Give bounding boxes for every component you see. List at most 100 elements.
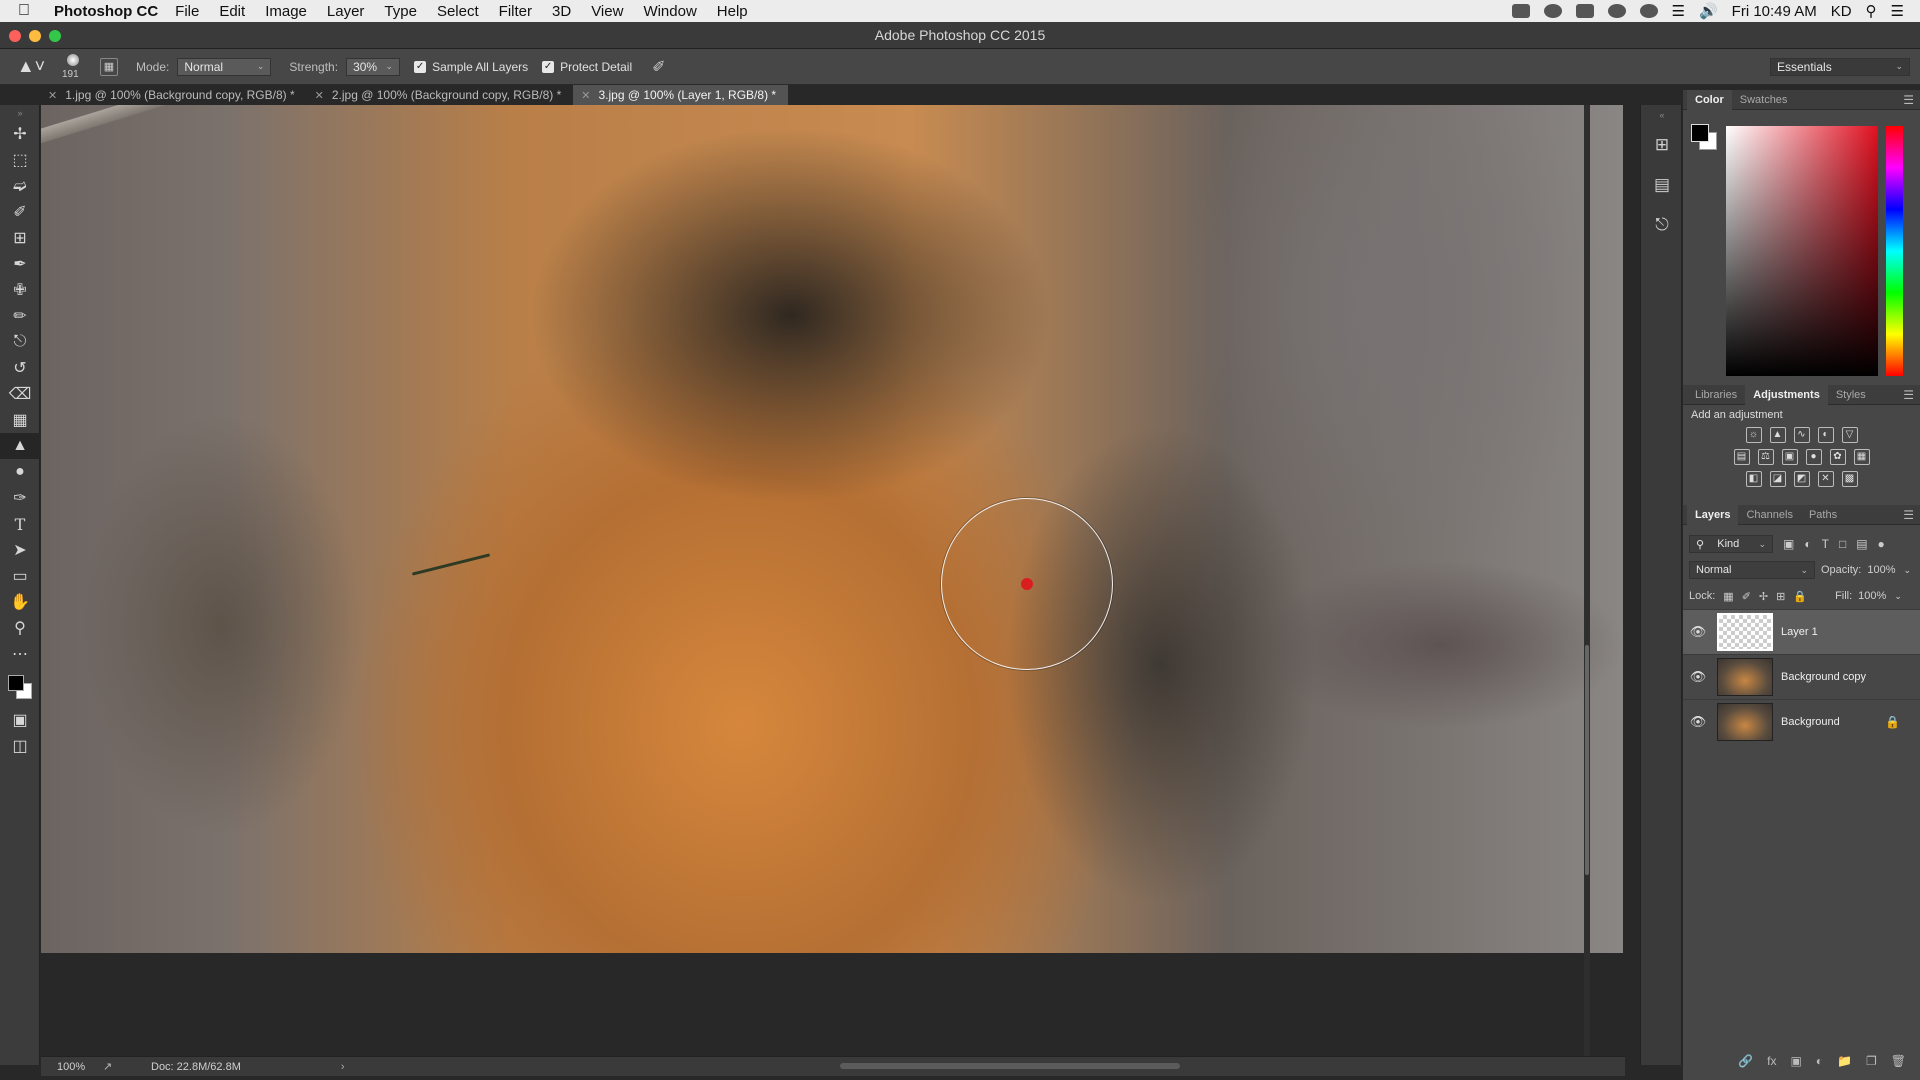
quick-selection-tool-icon[interactable]: ✐ <box>0 199 40 225</box>
tray-app-icon[interactable] <box>1511 4 1530 18</box>
new-adjustment-layer-icon[interactable]: ◐ <box>1816 1054 1823 1074</box>
menu-3d[interactable]: 3D <box>549 3 574 20</box>
creative-cloud-icon[interactable] <box>1543 4 1562 18</box>
screen-mode-icon[interactable]: ◫ <box>0 733 40 759</box>
zoom-window-button[interactable] <box>49 30 61 42</box>
layer-style-icon[interactable]: fx <box>1767 1054 1776 1074</box>
healing-brush-tool-icon[interactable]: ✙ <box>0 277 40 303</box>
canvas-area[interactable] <box>41 105 1625 1060</box>
edit-toolbar-icon[interactable]: ⋯ <box>0 641 40 667</box>
screen-record-icon[interactable] <box>1575 4 1594 18</box>
tab-color[interactable]: Color <box>1687 89 1732 110</box>
eyedropper-tool-icon[interactable]: ✒ <box>0 251 40 277</box>
hand-tool-icon[interactable]: ✋ <box>0 589 40 615</box>
brightness-contrast-icon[interactable]: ☼ <box>1745 427 1762 443</box>
expand-panels-icon[interactable]: « <box>1641 105 1683 125</box>
foreground-color-swatch[interactable] <box>8 675 24 691</box>
menu-layer[interactable]: Layer <box>324 3 368 20</box>
color-picker-field[interactable] <box>1726 126 1878 376</box>
tray-extension-icon[interactable] <box>1607 4 1626 18</box>
app-menu[interactable]: Photoshop CC <box>54 3 158 20</box>
collapse-toolbar-icon[interactable]: » <box>0 105 40 121</box>
hue-slider[interactable] <box>1886 126 1903 376</box>
pen-tool-icon[interactable]: ✑ <box>0 485 40 511</box>
zoom-level[interactable]: 100% <box>41 1061 103 1073</box>
new-layer-icon[interactable]: ❐ <box>1866 1054 1877 1074</box>
tab-libraries[interactable]: Libraries <box>1687 385 1745 405</box>
minimize-window-button[interactable] <box>29 30 41 42</box>
sharpen-tool-icon[interactable]: ▲ <box>0 433 40 459</box>
vertical-scrollbar[interactable] <box>1584 105 1590 1060</box>
horizontal-scroll-thumb[interactable] <box>840 1063 1180 1069</box>
chrome-icon[interactable] <box>1639 4 1658 18</box>
export-icon[interactable]: ↗ <box>103 1060 127 1073</box>
path-selection-tool-icon[interactable]: ➤ <box>0 537 40 563</box>
quick-mask-icon[interactable]: ▣ <box>0 707 40 733</box>
photo-filter-icon[interactable]: ● <box>1805 449 1822 465</box>
brush-preset-picker[interactable]: 191 <box>56 51 90 83</box>
protect-detail-checkbox[interactable]: ✓ Protect Detail <box>542 60 632 74</box>
invert-icon[interactable]: ◧ <box>1745 471 1762 487</box>
user-name[interactable]: KD <box>1831 3 1852 20</box>
document-tab[interactable]: ✕ 1.jpg @ 100% (Background copy, RGB/8) … <box>40 85 307 105</box>
document-image[interactable] <box>41 105 1623 953</box>
sample-all-layers-checkbox[interactable]: ✓ Sample All Layers <box>414 60 528 74</box>
zoom-tool-icon[interactable]: ⚲ <box>0 615 40 641</box>
opacity-value[interactable]: 100% <box>1867 564 1895 576</box>
brush-tool-icon[interactable]: ✏ <box>0 303 40 329</box>
spotlight-search-icon[interactable]: ⚲ <box>1866 2 1877 20</box>
gradient-tool-icon[interactable]: ▦ <box>0 407 40 433</box>
marquee-tool-icon[interactable]: ⬚ <box>0 147 40 173</box>
type-layer-filter-icon[interactable]: T <box>1822 537 1829 551</box>
lock-transparency-icon[interactable]: ▦ <box>1723 590 1733 603</box>
mode-select[interactable]: Normal ⌄ <box>177 57 272 76</box>
filter-toggle-icon[interactable]: ● <box>1878 537 1885 551</box>
tab-channels[interactable]: Channels <box>1738 505 1800 525</box>
menu-view[interactable]: View <box>588 3 626 20</box>
type-tool-icon[interactable]: T <box>0 511 40 537</box>
curves-icon[interactable]: ∿ <box>1793 427 1810 443</box>
add-mask-icon[interactable]: ▣ <box>1790 1054 1801 1074</box>
move-tool-icon[interactable]: ✢ <box>0 121 40 147</box>
document-tab[interactable]: ✕ 2.jpg @ 100% (Background copy, RGB/8) … <box>307 85 574 105</box>
layer-row[interactable]: 👁 Layer 1 <box>1683 609 1920 654</box>
tab-adjustments[interactable]: Adjustments <box>1745 384 1828 405</box>
rectangle-tool-icon[interactable]: ▭ <box>0 563 40 589</box>
threshold-icon[interactable]: ◩ <box>1793 471 1810 487</box>
chevron-down-icon[interactable]: ⌄ <box>1894 591 1902 602</box>
clone-source-panel-icon[interactable]: ⎋ <box>1641 205 1683 245</box>
link-layers-icon[interactable]: 🔗 <box>1738 1054 1753 1074</box>
panel-menu-icon[interactable]: ☰ <box>1903 508 1914 522</box>
foreground-background-swatches[interactable] <box>0 667 40 707</box>
lock-all-icon[interactable]: 🔒 <box>1793 590 1807 603</box>
layer-kind-filter[interactable]: ⚲ Kind ⌄ <box>1689 535 1773 553</box>
apple-icon[interactable]:  <box>18 2 44 20</box>
new-group-icon[interactable]: 📁 <box>1837 1054 1852 1074</box>
adjustment-layer-filter-icon[interactable]: ◐ <box>1804 537 1811 551</box>
notification-center-icon[interactable]: ☰ <box>1891 2 1904 20</box>
vibrance-icon[interactable]: ▽ <box>1841 427 1858 443</box>
foreground-color-swatch[interactable] <box>1691 124 1709 142</box>
menu-image[interactable]: Image <box>262 3 310 20</box>
tab-paths[interactable]: Paths <box>1801 505 1845 525</box>
strength-field[interactable]: 30% ⌄ <box>346 57 401 76</box>
crop-tool-icon[interactable]: ⊞ <box>0 225 40 251</box>
menu-filter[interactable]: Filter <box>496 3 535 20</box>
menu-help[interactable]: Help <box>714 3 751 20</box>
exposure-icon[interactable]: ◐ <box>1817 427 1834 443</box>
black-white-icon[interactable]: ▣ <box>1781 449 1798 465</box>
visibility-eye-icon[interactable]: 👁 <box>1683 624 1713 640</box>
channel-mixer-icon[interactable]: ✿ <box>1829 449 1846 465</box>
layer-row[interactable]: 👁 Background 🔒 <box>1683 699 1920 744</box>
pressure-strength-icon[interactable]: ✐ <box>652 57 665 77</box>
delete-layer-icon[interactable]: 🗑 <box>1891 1054 1906 1074</box>
tab-layers[interactable]: Layers <box>1687 504 1739 525</box>
close-window-button[interactable] <box>9 30 21 42</box>
menu-select[interactable]: Select <box>434 3 482 20</box>
vertical-scroll-thumb[interactable] <box>1585 645 1589 875</box>
brush-panel-toggle-icon[interactable]: ▦ <box>100 57 118 76</box>
layer-row[interactable]: 👁 Background copy <box>1683 654 1920 699</box>
selective-color-icon[interactable]: ✕ <box>1817 471 1834 487</box>
history-brush-tool-icon[interactable]: ↺ <box>0 355 40 381</box>
panel-menu-icon[interactable]: ☰ <box>1903 93 1914 107</box>
